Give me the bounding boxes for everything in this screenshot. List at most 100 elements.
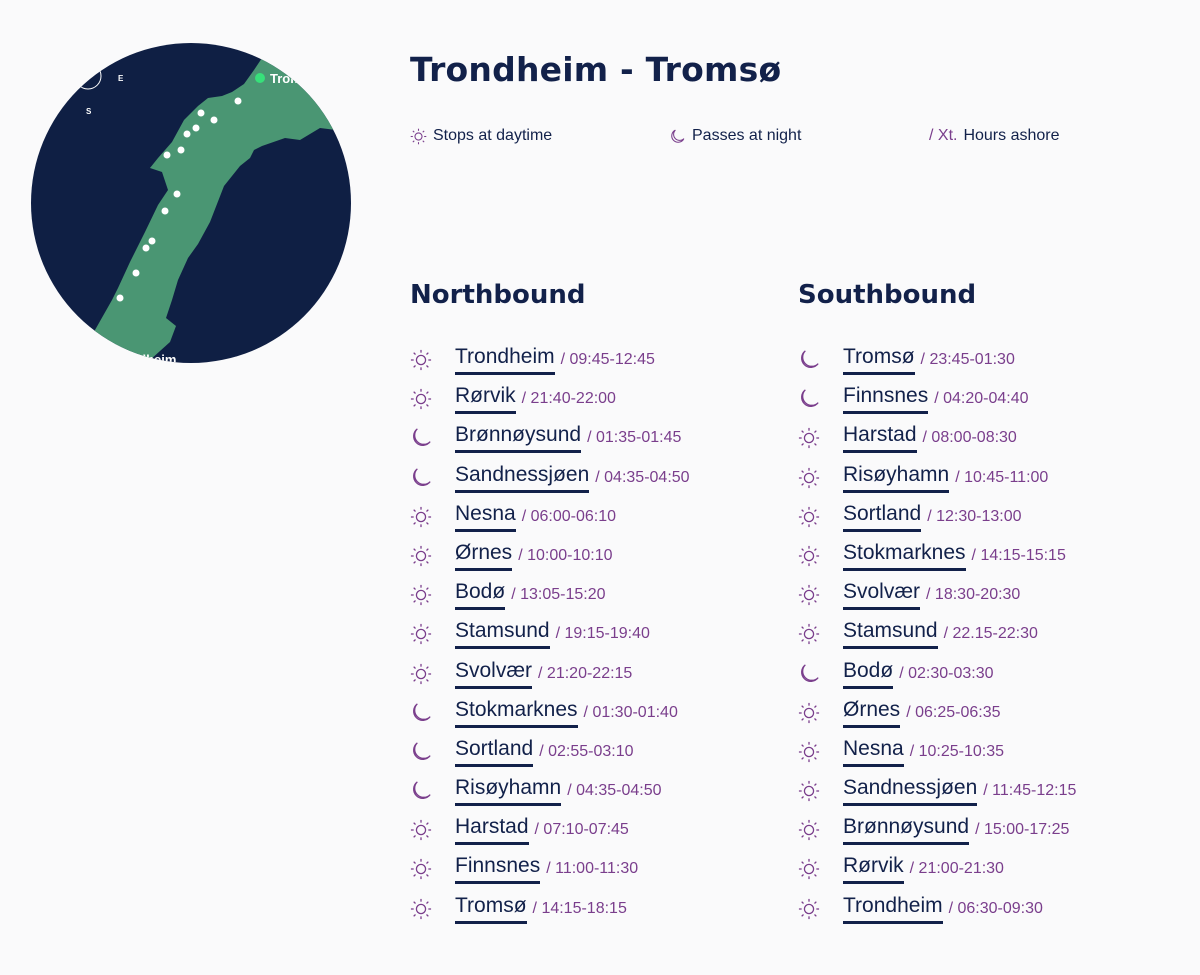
stop-row: Sandnessjøen / 04:35-04:50 (410, 462, 790, 501)
legend-hours: / Xt. Hours ashore (929, 127, 1060, 145)
moon-icon (798, 383, 843, 410)
legend-night: Passes at night (669, 127, 801, 145)
moon-icon (410, 697, 455, 724)
stop-row: Tromsø / 23:45-01:30 (798, 344, 1178, 383)
stop-row: Ørnes / 10:00-10:10 (410, 540, 790, 579)
map-stop-dot[interactable] (192, 124, 200, 132)
port-time: / 04:35-04:50 (567, 782, 662, 800)
stop-row: Sandnessjøen / 11:45-12:15 (798, 775, 1178, 814)
port-link[interactable]: Sortland (843, 501, 922, 532)
southbound-list: Tromsø / 23:45-01:30 Finnsnes / 04:20-04:40… (798, 344, 1178, 932)
stop-row: Stamsund / 19:15-19:40 (410, 618, 790, 657)
map-stop-dot[interactable] (197, 109, 205, 117)
legend-daytime: Stops at daytime (410, 127, 552, 145)
stop-row: Brønnøysund / 01:35-01:45 (410, 422, 790, 461)
stop-row: Tromsø / 14:15-18:15 (410, 893, 790, 932)
port-link[interactable]: Finnsnes (455, 853, 541, 885)
port-link[interactable]: Tromsø (843, 344, 915, 375)
legend-hours-label: Hours ashore (963, 127, 1060, 144)
port-time: / 11:45-12:15 (983, 782, 1077, 800)
sun-icon (798, 501, 843, 528)
moon-icon (410, 775, 455, 802)
map-label-start: Trondheim (110, 352, 176, 363)
port-link[interactable]: Nesna (843, 736, 904, 767)
sun-icon (410, 383, 455, 410)
port-time: / 02:55-03:10 (539, 742, 634, 760)
port-time: / 19:15-19:40 (555, 625, 650, 643)
port-link[interactable]: Harstad (843, 422, 917, 454)
port-link[interactable]: Stamsund (843, 618, 938, 650)
port-time: / 01:30-01:40 (583, 703, 678, 721)
stop-row: Risøyhamn / 10:45-11:00 (798, 462, 1178, 501)
northbound-list: Trondheim / 09:45-12:45 Rørvik / 21:40-22:0… (410, 344, 790, 932)
port-link[interactable]: Brønnøysund (843, 814, 970, 846)
sun-icon (410, 618, 455, 645)
map-stop-dot[interactable] (132, 269, 140, 277)
sun-icon (798, 422, 843, 449)
stop-row: Rørvik / 21:00-21:30 (798, 853, 1178, 892)
port-time: / 07:10-07:45 (534, 821, 629, 839)
route-map[interactable]: Tromsø Trondheim E S (31, 43, 351, 363)
map-stop-dot[interactable] (163, 151, 171, 159)
stop-row: Rørvik / 21:40-22:00 (410, 383, 790, 422)
map-stop-dot[interactable] (142, 244, 150, 252)
port-link[interactable]: Bodø (843, 658, 894, 689)
sun-icon (798, 697, 843, 724)
compass-east: E (118, 74, 124, 83)
map-stop-dot[interactable] (177, 146, 185, 154)
port-link[interactable]: Risøyhamn (843, 462, 950, 493)
port-link[interactable]: Bodø (455, 579, 506, 611)
sun-icon (410, 128, 427, 145)
moon-icon (798, 658, 843, 685)
port-link[interactable]: Tromsø (455, 893, 527, 924)
map-stop-dot[interactable] (161, 207, 169, 215)
stop-row: Bodø / 02:30-03:30 (798, 658, 1178, 697)
map-label-end: Tromsø (270, 71, 317, 86)
port-link[interactable]: Svolvær (455, 658, 533, 689)
sun-icon (410, 658, 455, 685)
port-link[interactable]: Stokmarknes (843, 540, 966, 571)
moon-icon (669, 128, 686, 145)
port-link[interactable]: Sortland (455, 736, 534, 767)
map-stop-dot[interactable] (183, 130, 191, 138)
stop-row: Stokmarknes / 01:30-01:40 (410, 697, 790, 736)
port-link[interactable]: Sandnessjøen (455, 462, 590, 493)
sun-icon (410, 853, 455, 880)
map-stop-dot[interactable] (148, 237, 156, 245)
map-stop-dot[interactable] (210, 116, 218, 124)
sun-icon (798, 853, 843, 880)
port-time: / 10:00-10:10 (518, 546, 613, 564)
port-link[interactable]: Stamsund (455, 618, 550, 650)
port-link[interactable]: Rørvik (843, 853, 904, 885)
port-link[interactable]: Trondheim (843, 893, 943, 924)
port-time: / 13:05-15:20 (511, 586, 606, 604)
moon-icon (410, 422, 455, 449)
port-link[interactable]: Rørvik (455, 383, 516, 415)
port-link[interactable]: Risøyhamn (455, 775, 562, 807)
port-link[interactable]: Sandnessjøen (843, 775, 978, 807)
stop-row: Stokmarknes / 14:15-15:15 (798, 540, 1178, 579)
sun-icon (798, 775, 843, 802)
port-link[interactable]: Brønnøysund (455, 422, 582, 454)
stop-row: Risøyhamn / 04:35-04:50 (410, 775, 790, 814)
northbound-heading: Northbound (410, 280, 586, 310)
map-stop-dot[interactable] (234, 97, 242, 105)
map-stop-dot[interactable] (116, 294, 124, 302)
port-time: / 12:30-13:00 (927, 507, 1022, 525)
port-link[interactable]: Finnsnes (843, 383, 929, 415)
port-time: / 08:00-08:30 (922, 429, 1017, 447)
map-stop-dot[interactable] (173, 190, 181, 198)
port-link[interactable]: Harstad (455, 814, 529, 846)
legend-night-label: Passes at night (692, 127, 802, 144)
port-link[interactable]: Ørnes (455, 540, 513, 571)
port-link[interactable]: Nesna (455, 501, 516, 532)
port-link[interactable]: Ørnes (843, 697, 901, 728)
port-link[interactable]: Trondheim (455, 344, 555, 375)
sun-icon (798, 579, 843, 606)
port-link[interactable]: Stokmarknes (455, 697, 578, 728)
legend-hours-prefix: / Xt. (929, 127, 958, 144)
port-time: / 21:20-22:15 (538, 664, 633, 682)
southbound-heading: Southbound (798, 280, 977, 310)
port-link[interactable]: Svolvær (843, 579, 921, 611)
end-marker[interactable] (255, 73, 265, 83)
